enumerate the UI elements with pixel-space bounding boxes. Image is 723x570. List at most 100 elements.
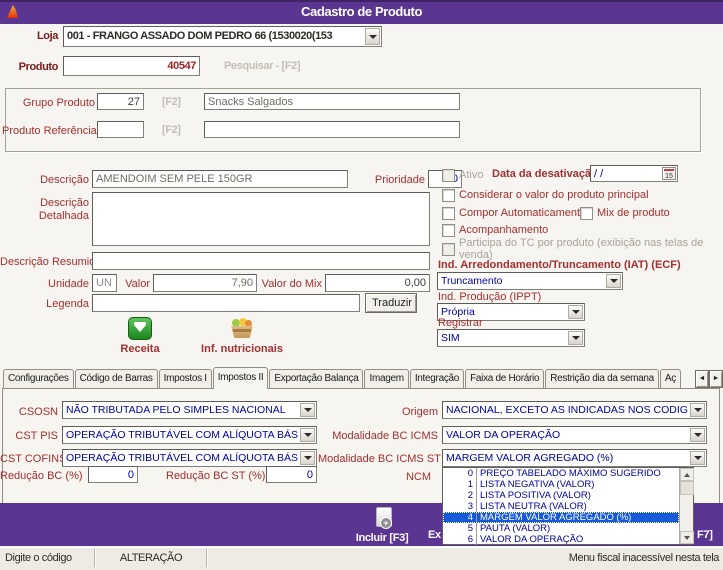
mod-bc-icms-st-dropdown-list: 0 PREÇO TABELADO MÁXIMO SUGERIDO 1 LISTA… (442, 467, 694, 545)
list-item[interactable]: 5 PAUTA (VALOR) (443, 523, 679, 534)
produto-referencia-code-input[interactable] (97, 121, 144, 138)
descricao-input[interactable]: AMENDOIM SEM PELE 150GR (92, 170, 348, 188)
csosn-value: NÃO TRIBUTADA PELO SIMPLES NACIONAL (66, 404, 286, 416)
f7-button-partial[interactable]: F7] (697, 529, 713, 541)
dropdown-arrow-icon[interactable] (690, 451, 705, 465)
dropdown-arrow-icon[interactable] (690, 403, 705, 417)
dropdown-arrow-icon[interactable] (300, 403, 315, 417)
valor-mix-input[interactable]: 0,00 (325, 274, 430, 292)
tab-scroll-right-button[interactable]: ► (709, 370, 723, 388)
ncm-label: NCM (405, 471, 431, 483)
list-item[interactable]: 3 LISTA NEUTRA (VALOR) (443, 501, 679, 512)
data-desativacao-input[interactable]: / / 15 (590, 165, 678, 182)
scrollbar-thumb[interactable] (680, 481, 694, 495)
status-separator (206, 549, 207, 567)
tab-integracao[interactable]: Integração (409, 369, 465, 389)
status-bar: Digite o código ALTERAÇÃO Menu fiscal in… (0, 547, 723, 570)
cst-cofins-label: CST COFINS (0, 453, 67, 465)
csosn-label: CSOSN (18, 406, 58, 418)
inf-nutricionais-label: Inf. nutricionais (201, 343, 283, 355)
reducao-bc-input[interactable]: 0 (88, 466, 138, 483)
tab-codigo-de-barras[interactable]: Código de Barras (74, 369, 158, 389)
considerar-label: Considerar o valor do produto principal (459, 189, 649, 201)
dropdown-arrow-icon[interactable] (690, 428, 705, 442)
excluir-button-partial[interactable]: Ex (428, 529, 441, 541)
grupo-produto-code-input[interactable]: 27 (97, 93, 144, 110)
loja-label: Loja (36, 30, 58, 42)
tab-restricao-dia-semana[interactable]: Restrição dia da semana (545, 369, 659, 389)
descricao-resumida-input[interactable] (92, 252, 430, 270)
dropdown-scrollbar[interactable] (679, 468, 694, 544)
receita-label: Receita (120, 343, 160, 355)
reducao-bc-st-input[interactable]: 0 (266, 466, 317, 483)
compor-checkbox[interactable] (442, 207, 455, 220)
receita-button[interactable] (128, 317, 152, 340)
tab-impostos-1[interactable]: Impostos I (158, 369, 212, 389)
loja-value: 001 - FRANGO ASSADO DOM PEDRO 66 (153002… (67, 30, 333, 42)
valor-input[interactable]: 7,90 (153, 274, 257, 292)
tab-exportacao-balanca[interactable]: Exportação Balança (269, 369, 364, 389)
loja-select[interactable]: 001 - FRANGO ASSADO DOM PEDRO 66 (153002… (63, 26, 382, 47)
tab-acoes[interactable]: Aç (659, 369, 681, 389)
mod-bc-icms-st-select[interactable]: MARGEM VALOR AGREGADO (%) (442, 449, 707, 467)
list-item[interactable]: 0 PREÇO TABELADO MÁXIMO SUGERIDO (443, 468, 679, 479)
data-desativacao-label: Data da desativação (492, 168, 598, 180)
ativo-checkbox[interactable] (442, 169, 455, 182)
dropdown-arrow-icon[interactable] (365, 28, 380, 45)
tab-impostos-2[interactable]: Impostos II (212, 367, 269, 389)
cst-pis-label: CST PIS (15, 430, 58, 442)
list-item[interactable]: 1 LISTA NEGATIVA (VALOR) (443, 479, 679, 490)
mix-produto-checkbox[interactable] (580, 207, 593, 220)
grupo-produto-name-input[interactable]: Snacks Salgados (204, 93, 460, 110)
legenda-input[interactable] (92, 294, 360, 312)
produto-referencia-name-input[interactable] (204, 121, 460, 138)
participa-tc-checkbox[interactable] (442, 243, 455, 256)
inf-nutricionais-button[interactable] (229, 318, 255, 340)
traduzir-button[interactable]: Traduzir (365, 293, 417, 313)
origem-label: Origem (401, 406, 438, 418)
list-item-selected[interactable]: 4 MARGEM VALOR AGREGADO (%) (443, 512, 679, 523)
fruit-basket-icon (229, 318, 255, 340)
acompanhamento-checkbox[interactable] (442, 224, 455, 237)
iat-select[interactable]: Truncamento (437, 272, 623, 290)
recipe-icon (128, 317, 152, 340)
title-bar: Cadastro de Produto (0, 0, 723, 24)
list-item[interactable]: 2 LISTA POSITIVA (VALOR) (443, 490, 679, 501)
scroll-up-icon[interactable] (680, 468, 694, 481)
valor-label: Valor (125, 278, 150, 290)
considerar-checkbox[interactable] (442, 189, 455, 202)
dropdown-arrow-icon[interactable] (568, 305, 583, 319)
dropdown-arrow-icon[interactable] (568, 331, 583, 345)
mod-bc-icms-st-value: MARGEM VALOR AGREGADO (%) (446, 452, 614, 464)
produto-referencia-f2-hint: [F2] (162, 124, 181, 136)
calendar-icon: 15 (664, 169, 674, 181)
iat-value: Truncamento (441, 275, 503, 287)
csosn-select[interactable]: NÃO TRIBUTADA PELO SIMPLES NACIONAL (62, 401, 317, 419)
dropdown-arrow-icon[interactable] (300, 428, 315, 442)
origem-select[interactable]: NACIONAL, EXCETO AS INDICADAS NOS CODIGO… (442, 401, 707, 419)
tab-scroll-left-button[interactable]: ◄ (695, 370, 709, 388)
tab-configuracoes[interactable]: Configurações (3, 369, 74, 389)
incluir-button[interactable]: + Incluir [F3] (340, 506, 424, 544)
calendar-button[interactable]: 15 (662, 167, 676, 180)
tab-scroll-left-icon: ◄ (698, 375, 706, 382)
incluir-label: Incluir [F3] (355, 532, 409, 544)
dropdown-arrow-icon[interactable] (606, 274, 621, 288)
tab-faixa-de-horario[interactable]: Faixa de Horário (465, 369, 545, 389)
cst-cofins-select[interactable]: OPERAÇÃO TRIBUTÁVEL COM ALÍQUOTA BÁSICA (62, 449, 317, 467)
cst-pis-select[interactable]: OPERAÇÃO TRIBUTÁVEL COM ALÍQUOTA BÁSICA (62, 426, 317, 444)
produto-input[interactable]: 40547 (63, 56, 200, 76)
descricao-detalhada-textarea[interactable] (92, 192, 430, 246)
produto-label: Produto (18, 61, 59, 73)
status-left: Digite o código (5, 552, 72, 564)
mod-bc-icms-select[interactable]: VALOR DA OPERAÇÃO (442, 426, 707, 444)
grupo-produto-f2-hint: [F2] (162, 96, 181, 108)
registrar-select[interactable]: SIM (437, 329, 585, 347)
scroll-down-icon[interactable] (680, 531, 694, 544)
list-item[interactable]: 6 VALOR DA OPERAÇÃO (443, 534, 679, 545)
unidade-input[interactable]: UN (92, 274, 117, 292)
tab-imagem[interactable]: Imagem (364, 369, 409, 389)
origem-value: NACIONAL, EXCETO AS INDICADAS NOS CODIGO… (446, 404, 688, 416)
dropdown-arrow-icon[interactable] (300, 451, 315, 465)
ippt-label: Ind. Produção (IPPT) (438, 291, 542, 303)
